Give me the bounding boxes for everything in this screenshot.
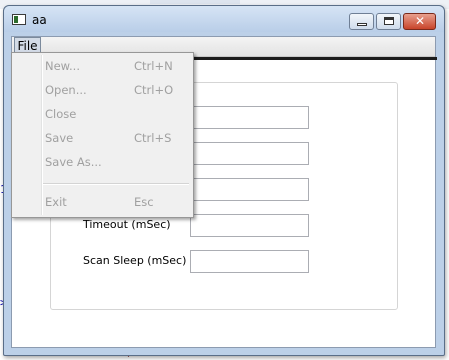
timeout-label: Timeout (mSec) [83,218,171,231]
maximize-button[interactable] [376,13,401,30]
minimize-icon [357,23,367,26]
timeout-input[interactable] [190,214,309,237]
menu-item-label: Save As... [45,155,102,169]
menu-item-close[interactable]: Close [12,104,193,126]
menu-item-label: Exit [45,195,67,209]
close-button[interactable]: ✕ [403,13,436,30]
menu-item-shortcut: Ctrl+O [134,83,174,97]
toolbar-shadow [192,57,437,60]
field-3-input[interactable] [190,178,309,201]
menu-item-exit[interactable]: Exit Esc [12,192,193,214]
maximize-icon [384,17,394,25]
menu-item-shortcut: Esc [134,195,154,209]
scan-sleep-input[interactable] [190,250,309,273]
menu-item-shortcut: Ctrl+N [134,59,173,73]
minimize-button[interactable] [349,13,374,30]
menu-separator [43,183,189,185]
file-menu-dropdown: New... Ctrl+N Open... Ctrl+O Close Save … [11,52,194,218]
title-bar[interactable]: aa ✕ [4,6,444,32]
field-2-input[interactable] [190,142,309,165]
menu-item-shortcut: Ctrl+S [134,131,172,145]
background-editor-tab [150,0,240,4]
menu-item-label: Save [45,131,74,145]
menu-item-new[interactable]: New... Ctrl+N [12,56,193,78]
scan-sleep-label: Scan Sleep (mSec) [83,254,187,267]
menu-item-save[interactable]: Save Ctrl+S [12,128,193,150]
app-icon [12,14,26,25]
window-title: aa [32,13,47,27]
menu-item-save-as[interactable]: Save As... [12,152,193,174]
menu-item-label: Close [45,107,77,121]
menu-item-label: Open... [45,83,87,97]
field-1-input[interactable] [190,106,309,129]
close-icon: ✕ [415,14,426,28]
menu-item-label: New... [45,59,80,73]
menu-item-open[interactable]: Open... Ctrl+O [12,80,193,102]
